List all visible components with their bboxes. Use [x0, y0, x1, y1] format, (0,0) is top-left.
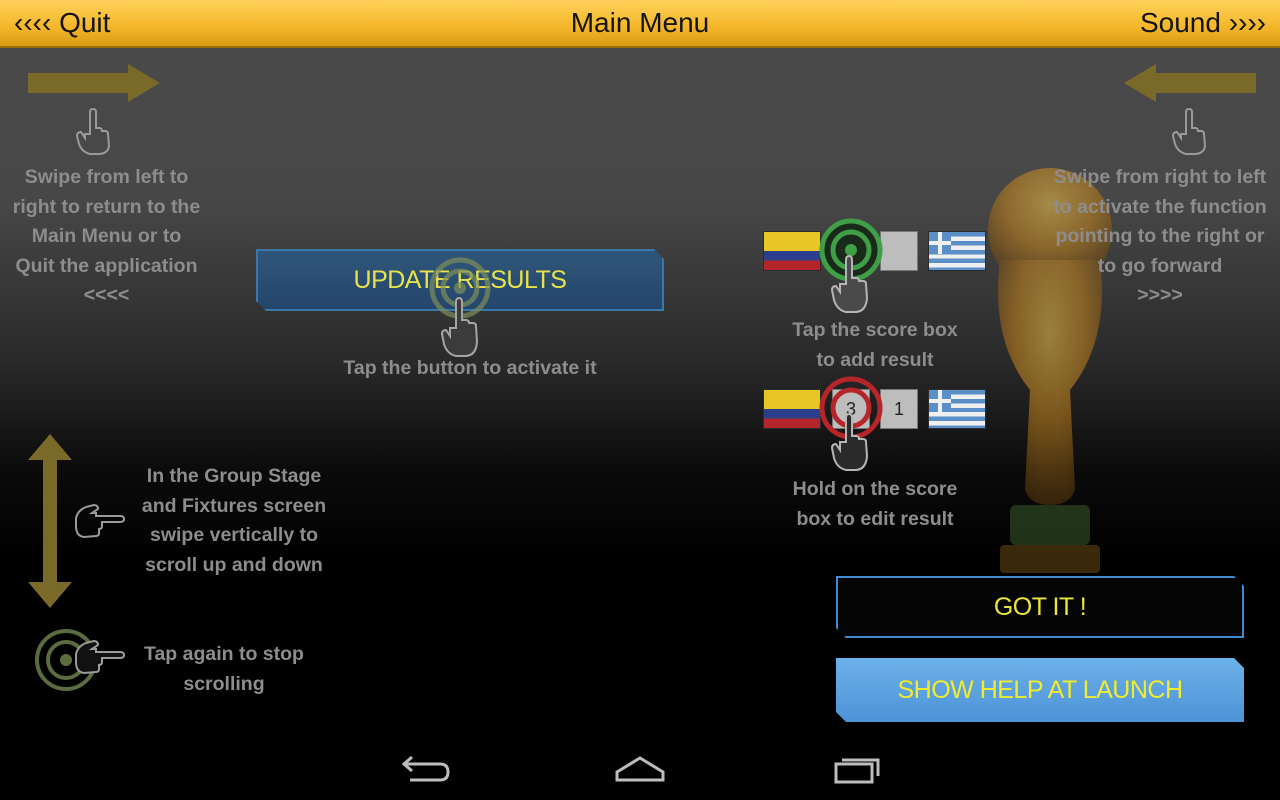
greece-flag-icon	[928, 389, 986, 429]
tap-button-hint: Tap the button to activate it	[343, 357, 597, 379]
got-it-button[interactable]: GOT IT !	[836, 576, 1244, 638]
tap-score-box-hint: Tap the score box to add result	[740, 316, 1010, 375]
hint-line: Main Menu or to	[31, 225, 182, 247]
tap-target-icon	[819, 218, 883, 313]
hint-line: pointing to the right or	[1055, 225, 1265, 247]
hint-line: right to return to the	[12, 195, 201, 218]
hand-pointer-icon	[75, 503, 126, 539]
tap-again-hint: Tap again to stop scrolling	[128, 640, 320, 699]
hint-line: to activate the function	[1053, 195, 1267, 218]
arrow-right-icon	[28, 64, 160, 102]
tap-target-icon	[35, 629, 126, 691]
hint-line: box to edit result	[796, 507, 954, 530]
tap-target-icon	[429, 257, 491, 357]
page-title: Main Menu	[570, 7, 710, 38]
hint-line: In the Group Stage	[146, 465, 322, 487]
recents-icon[interactable]	[822, 752, 892, 788]
sound-button[interactable]: Sound ››››	[1140, 8, 1266, 38]
system-navigation-bar	[0, 740, 1280, 800]
hint-line: >>>>	[1137, 284, 1183, 306]
tap-target-icon	[819, 376, 883, 471]
hint-line: to go forward	[1097, 254, 1223, 277]
vertical-swipe-hint: In the Group Stage and Fixtures screen s…	[128, 462, 340, 580]
colombia-flag-icon	[763, 389, 821, 429]
hint-line: Swipe from right to left	[1053, 166, 1267, 188]
hand-pointer-icon	[75, 108, 111, 155]
back-icon[interactable]	[390, 752, 460, 788]
double-arrow-vertical-icon	[28, 434, 72, 608]
hold-score-box-hint: Hold on the score box to edit result	[740, 475, 1010, 534]
show-help-at-launch-button[interactable]: SHOW HELP AT LAUNCH	[836, 658, 1244, 722]
hint-line: <<<<	[83, 284, 130, 306]
greece-flag-icon	[928, 231, 986, 271]
hint-line: scroll up and down	[145, 553, 323, 576]
hint-line: Swipe from left to	[24, 166, 189, 188]
hint-line: Quit the application	[15, 254, 198, 277]
hint-line: to add result	[816, 348, 934, 371]
colombia-flag-icon	[763, 231, 821, 271]
hint-line: swipe vertically to	[150, 524, 318, 546]
hint-line: Tap again to stop	[144, 643, 304, 665]
header-bar: ‹‹‹‹ Quit Main Menu Sound ››››	[0, 0, 1280, 48]
hint-line: Tap the score box	[792, 319, 958, 341]
home-icon[interactable]	[605, 752, 675, 788]
swipe-left-to-right-hint: Swipe from left to right to return to th…	[0, 163, 213, 311]
arrow-left-icon	[1124, 64, 1256, 102]
hint-line: and Fixtures screen	[141, 494, 327, 517]
hand-pointer-icon	[1171, 108, 1207, 155]
hint-line: scrolling	[183, 672, 265, 695]
swipe-right-to-left-hint: Swipe from right to left to activate the…	[1040, 163, 1280, 311]
help-overlay-screen: ‹‹‹‹ Quit Main Menu Sound ›››› Swipe fro…	[0, 0, 1280, 740]
hint-line: Hold on the score	[792, 478, 958, 500]
